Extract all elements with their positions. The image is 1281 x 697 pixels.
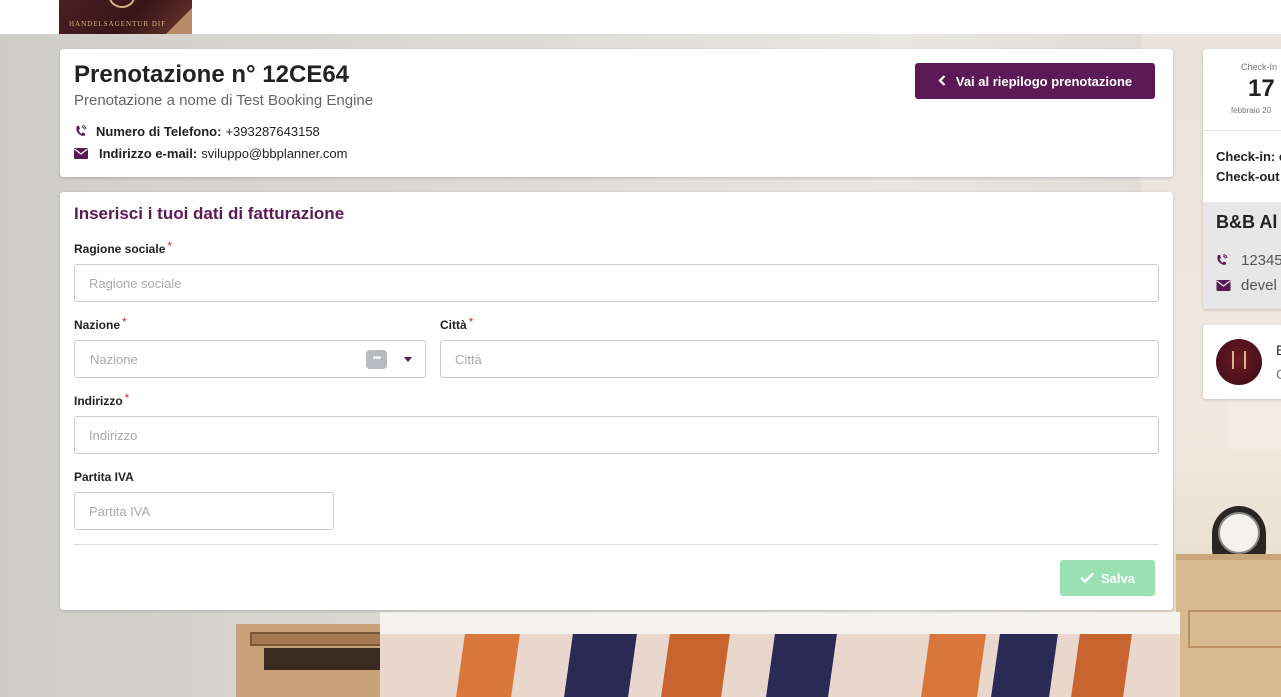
required-marker: *	[167, 239, 173, 253]
nazione-label: Nazione *	[74, 315, 127, 332]
blanket-stripe	[765, 634, 837, 697]
property-name: B&B Al r	[1216, 212, 1281, 232]
ragione-sociale-label: Ragione sociale *	[74, 239, 173, 256]
required-marker: *	[122, 315, 127, 329]
booking-guest-name: Prenotazione a nome di Test Booking Engi…	[74, 92, 374, 109]
blanket-stripe	[563, 634, 637, 697]
checkmark-icon	[1080, 570, 1094, 587]
agent-subtitle: C	[1276, 366, 1281, 382]
property-phone-row: 12345	[1216, 252, 1281, 269]
stay-summary-card: Check-In 17 febbraio 20 Check-in: c Chec…	[1203, 49, 1281, 309]
ragione-sociale-label-text: Ragione sociale	[74, 242, 166, 256]
booking-title: Prenotazione n° 12CE64	[74, 61, 350, 88]
citta-input[interactable]	[440, 340, 1159, 378]
booking-summary-label: Vai al riepilogo prenotazione	[955, 73, 1133, 89]
form-divider	[74, 544, 1159, 545]
blanket-stripe	[920, 634, 986, 697]
save-button[interactable]: Salva	[1060, 560, 1155, 596]
top-bar: HANDELSAGENTUR DIF	[0, 0, 1281, 34]
phone-icon	[1216, 254, 1232, 267]
indirizzo-label-text: Indirizzo	[74, 394, 123, 408]
indirizzo-input[interactable]	[74, 416, 1159, 454]
partita-iva-label: Partita IVA	[74, 470, 134, 484]
phone-label: Numero di Telefono:	[96, 124, 222, 139]
property-phone: 12345	[1241, 252, 1281, 269]
nazione-label-text: Nazione	[74, 318, 121, 332]
blanket-stripe	[990, 634, 1058, 697]
booking-info-card: Prenotazione n° 12CE64 Prenotazione a no…	[60, 49, 1173, 177]
agency-logo[interactable]: HANDELSAGENTUR DIF	[59, 0, 192, 34]
clock-face	[1218, 512, 1260, 554]
booking-summary-button[interactable]: Vai al riepilogo prenotazione	[915, 63, 1155, 99]
agent-name: E	[1276, 342, 1281, 358]
citta-label: Città *	[440, 315, 474, 332]
required-marker: *	[468, 315, 474, 329]
envelope-icon	[1216, 280, 1232, 291]
logo-arc	[109, 0, 135, 8]
agent-logo-mark	[1232, 351, 1246, 369]
phone-icon	[74, 125, 88, 139]
logo-corner	[166, 8, 192, 34]
nazione-placeholder: Nazione	[90, 352, 138, 367]
checkin-date-label: Check-In	[1241, 62, 1278, 72]
checkin-date-box: Check-In 17 febbraio 20	[1203, 49, 1281, 131]
billing-form-card: Inserisci i tuoi dati di fatturazione Ra…	[60, 192, 1173, 610]
email-value: sviluppo@bbplanner.com	[201, 146, 348, 161]
envelope-icon	[74, 147, 88, 161]
phone-value: +393287643158	[225, 124, 320, 139]
citta-label-text: Città	[440, 318, 467, 332]
billing-title: Inserisci i tuoi dati di fatturazione	[74, 204, 345, 223]
lamp-shade	[1228, 394, 1281, 449]
partita-iva-input[interactable]	[74, 492, 334, 530]
property-info-box: B&B Al r 12345 devel	[1203, 202, 1281, 309]
property-email: devel	[1241, 277, 1277, 294]
phone-row: Numero di Telefono: +393287643158	[74, 124, 320, 139]
nightstand	[1176, 554, 1281, 697]
agent-card: E C	[1203, 325, 1281, 399]
nightstand-drawer	[1188, 610, 1281, 648]
agent-avatar	[1216, 339, 1262, 385]
chevron-left-icon	[938, 74, 946, 89]
blanket-stripe	[1070, 634, 1132, 697]
required-marker: *	[124, 391, 130, 405]
autofill-dots-icon[interactable]: •••	[366, 350, 387, 369]
logo-text: HANDELSAGENTUR DIF	[69, 20, 167, 28]
blanket-stripe	[660, 634, 730, 697]
property-email-row: devel	[1216, 277, 1277, 294]
checkout-time-text: Check-out	[1216, 169, 1280, 184]
ragione-sociale-input[interactable]	[74, 264, 1159, 302]
save-button-label: Salva	[1101, 570, 1135, 586]
checkin-time-text: Check-in: c	[1216, 149, 1281, 164]
blanket-stripe	[455, 634, 520, 697]
partita-iva-label-text: Partita IVA	[74, 470, 134, 484]
email-label: Indirizzo e-mail:	[99, 146, 198, 161]
caret-down-icon[interactable]	[404, 357, 412, 362]
nazione-select[interactable]: Nazione •••	[74, 340, 426, 378]
indirizzo-label: Indirizzo *	[74, 391, 130, 408]
email-row: Indirizzo e-mail: sviluppo@bbplanner.com	[74, 146, 347, 161]
checkin-day: 17	[1248, 75, 1275, 102]
checkin-month: febbraio 20	[1231, 106, 1272, 115]
